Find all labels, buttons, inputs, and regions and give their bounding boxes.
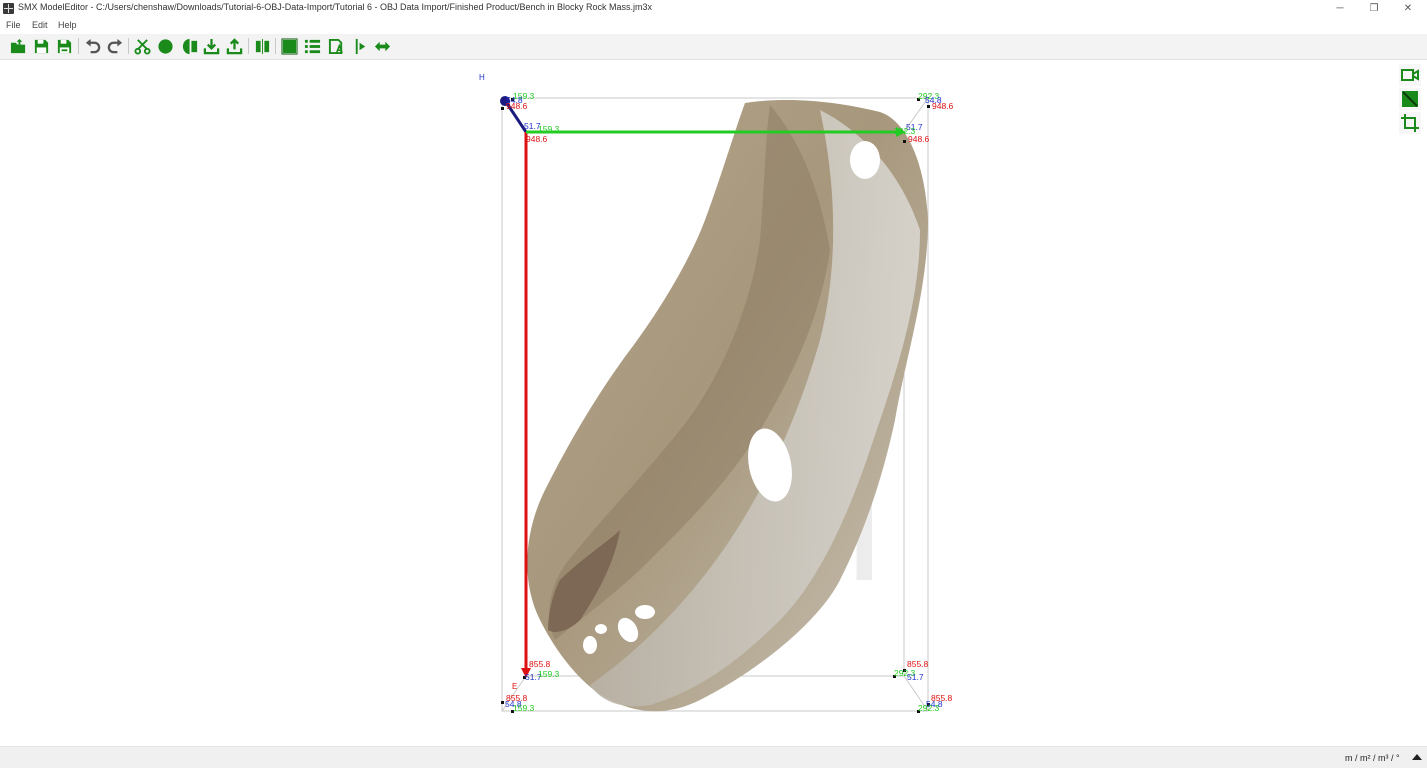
label-bottom-inner-green-left: 159.3 <box>538 669 560 679</box>
label-bottom-green-left: 159.3 <box>513 703 535 713</box>
crop-button[interactable] <box>1399 112 1421 134</box>
crop-icon <box>1401 114 1419 132</box>
section-icon <box>1402 91 1418 107</box>
list-icon <box>304 39 320 53</box>
label-inner-green-left: 159.3 <box>538 124 560 134</box>
3d-viewport[interactable]: SM <box>0 60 1427 746</box>
units-label[interactable]: m / m² / m³ / ° <box>1345 753 1400 763</box>
double-arrow-button[interactable] <box>372 36 392 56</box>
menu-edit[interactable]: Edit <box>32 20 48 30</box>
camera-view-button[interactable] <box>1399 64 1421 86</box>
label-bottom-inner-red-left: 855.8 <box>529 659 551 669</box>
export-icon <box>226 37 242 54</box>
export-button[interactable] <box>224 36 244 56</box>
app-icon <box>3 3 14 14</box>
undo-icon <box>85 38 100 53</box>
axis-label-h: H <box>479 73 485 82</box>
split-view-icon <box>255 38 269 54</box>
save-icon <box>34 39 48 53</box>
text-select-button[interactable] <box>326 36 346 56</box>
section-view-button[interactable] <box>1399 88 1421 110</box>
label-bottom-green-right: 292.3 <box>918 703 940 713</box>
menu-file[interactable]: File <box>6 20 21 30</box>
undo-button[interactable] <box>82 36 102 56</box>
toolbar-separator <box>78 38 79 54</box>
split-view-button[interactable] <box>252 36 272 56</box>
title-bar: SMX ModelEditor - C:/Users/chenshaw/Down… <box>0 0 1427 17</box>
save-as-icon <box>57 39 71 53</box>
toolbar-separator <box>128 38 129 54</box>
square-button[interactable] <box>279 36 299 56</box>
open-folder-button[interactable] <box>8 36 28 56</box>
split-cylinder-button[interactable] <box>180 36 200 56</box>
step-button[interactable] <box>350 36 370 56</box>
sphere-icon <box>157 38 173 54</box>
label-top-red-left: 948.6 <box>506 101 528 111</box>
menu-help[interactable]: Help <box>58 20 77 30</box>
axis-label-e: E <box>512 682 517 691</box>
close-button[interactable]: ✕ <box>1391 0 1425 17</box>
label-top-red-right: 948.6 <box>932 101 954 111</box>
list-button[interactable] <box>302 36 322 56</box>
save-as-button[interactable] <box>54 36 74 56</box>
minimize-button[interactable]: ─ <box>1323 0 1357 17</box>
label-bottom-inner-blue-right: 51.7 <box>907 672 924 682</box>
save-button[interactable] <box>31 36 51 56</box>
toolbar-separator <box>248 38 249 54</box>
square-icon <box>280 37 298 55</box>
sphere-button[interactable] <box>155 36 175 56</box>
model-scene[interactable]: SM <box>0 60 1427 746</box>
import-icon <box>203 38 219 54</box>
rock-mass-model[interactable] <box>527 99 928 712</box>
toolbar-separator <box>275 38 276 54</box>
window-title: SMX ModelEditor - C:/Users/chenshaw/Down… <box>18 2 653 12</box>
import-button[interactable] <box>201 36 221 56</box>
step-icon <box>355 38 365 54</box>
camera-icon <box>1401 69 1419 81</box>
redo-button[interactable] <box>105 36 125 56</box>
redo-icon <box>107 38 122 53</box>
label-inner-red-right: 948.6 <box>908 134 930 144</box>
collapse-arrow-icon[interactable] <box>1410 751 1424 763</box>
status-bar: m / m² / m³ / ° <box>0 746 1427 768</box>
cut-icon <box>133 38 151 55</box>
label-inner-red-left: 948.6 <box>526 134 548 144</box>
cut-button[interactable] <box>132 36 152 56</box>
toolbar <box>0 34 1427 60</box>
open-folder-icon <box>10 38 25 53</box>
menu-bar: File Edit Help <box>0 17 1427 33</box>
double-arrow-icon <box>374 41 390 51</box>
maximize-button[interactable]: ❐ <box>1357 0 1391 17</box>
split-cylinder-icon <box>182 38 197 54</box>
text-select-icon <box>328 38 343 54</box>
